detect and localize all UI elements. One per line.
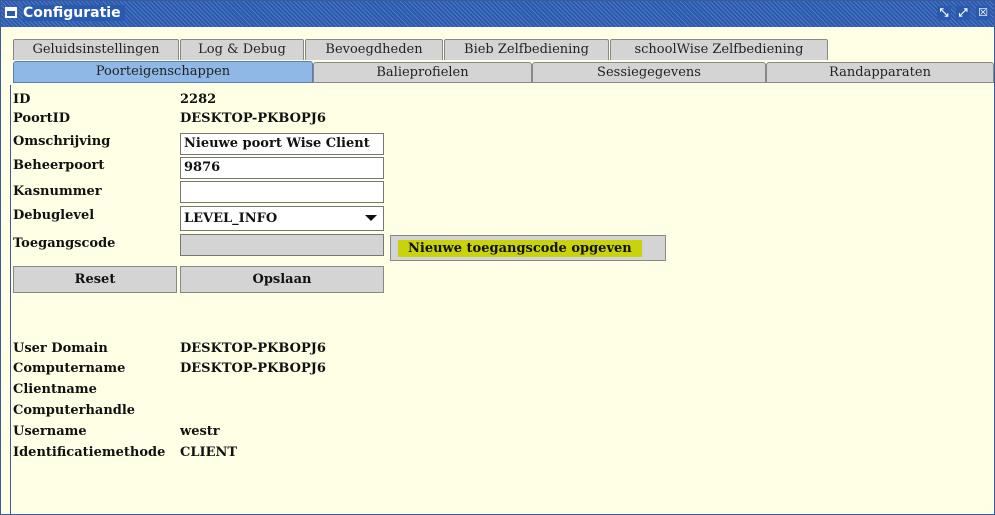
poortid-value: DESKTOP-PKBOPJ6 [180,111,326,126]
computername-label: Computername [13,361,126,376]
tab-sessiegegevens[interactable]: Sessiegegevens [532,62,766,83]
kasnummer-input[interactable] [180,181,384,203]
clientname-label: Clientname [13,382,97,397]
chevron-down-icon [365,215,377,221]
identificatiemethode-label: Identificatiemethode [13,445,166,460]
maximize-icon[interactable]: ⤢ [956,6,970,20]
restore-icon[interactable]: ⤡ [937,6,951,20]
username-label: Username [13,424,87,439]
computerhandle-label: Computerhandle [13,403,136,418]
tab-balieprofielen[interactable]: Balieprofielen [313,62,532,83]
window-title: Configuratie [23,5,125,21]
poortid-label: PoortID [13,111,70,126]
debuglevel-label: Debuglevel [13,208,95,223]
tab-log-debug[interactable]: Log & Debug [180,39,304,60]
toegangscode-input [180,234,384,256]
tab-bieb-zelfbediening[interactable]: Bieb Zelfbediening [444,39,609,60]
user-domain-value: DESKTOP-PKBOPJ6 [180,341,326,356]
user-domain-label: User Domain [13,341,108,356]
id-label: ID [13,92,31,107]
title-bar[interactable]: Configuratie ⤡ ⤢ ☒ [1,1,994,27]
configuratie-window: Configuratie ⤡ ⤢ ☒ Geluidsinstellingen L… [0,0,995,515]
tab-poorteigenschappen[interactable]: Poorteigenschappen [13,61,313,83]
beheerpoort-input[interactable]: 9876 [180,157,384,179]
panel-border [10,85,11,514]
id-value: 2282 [180,92,217,107]
tab-bevoegdheden[interactable]: Bevoegdheden [305,39,443,60]
reset-button[interactable]: Reset [13,266,177,293]
toegangscode-label: Toegangscode [13,236,116,251]
debuglevel-selected-value: LEVEL_INFO [184,211,278,226]
debuglevel-select[interactable]: LEVEL_INFO [180,206,384,231]
kasnummer-label: Kasnummer [13,184,102,199]
tab-randapparaten[interactable]: Randapparaten [766,62,994,83]
tab-geluidsinstellingen[interactable]: Geluidsinstellingen [13,39,179,60]
username-value: westr [180,424,220,439]
save-button[interactable]: Opslaan [180,266,384,293]
omschrijving-label: Omschrijving [13,134,111,149]
new-access-code-label: Nieuwe toegangscode opgeven [398,240,642,257]
window-icon [5,7,17,18]
computername-value: DESKTOP-PKBOPJ6 [180,361,326,376]
tab-schoolwise-zelfbediening[interactable]: schoolWise Zelfbediening [610,39,828,60]
tab-row-bottom: Poorteigenschappen Balieprofielen Sessie… [13,60,994,83]
beheerpoort-label: Beheerpoort [13,158,105,173]
omschrijving-input[interactable]: Nieuwe poort Wise Client [180,133,384,155]
new-access-code-button[interactable]: Nieuwe toegangscode opgeven [390,235,666,261]
close-icon[interactable]: ☒ [976,6,990,20]
identificatiemethode-value: CLIENT [180,445,238,460]
